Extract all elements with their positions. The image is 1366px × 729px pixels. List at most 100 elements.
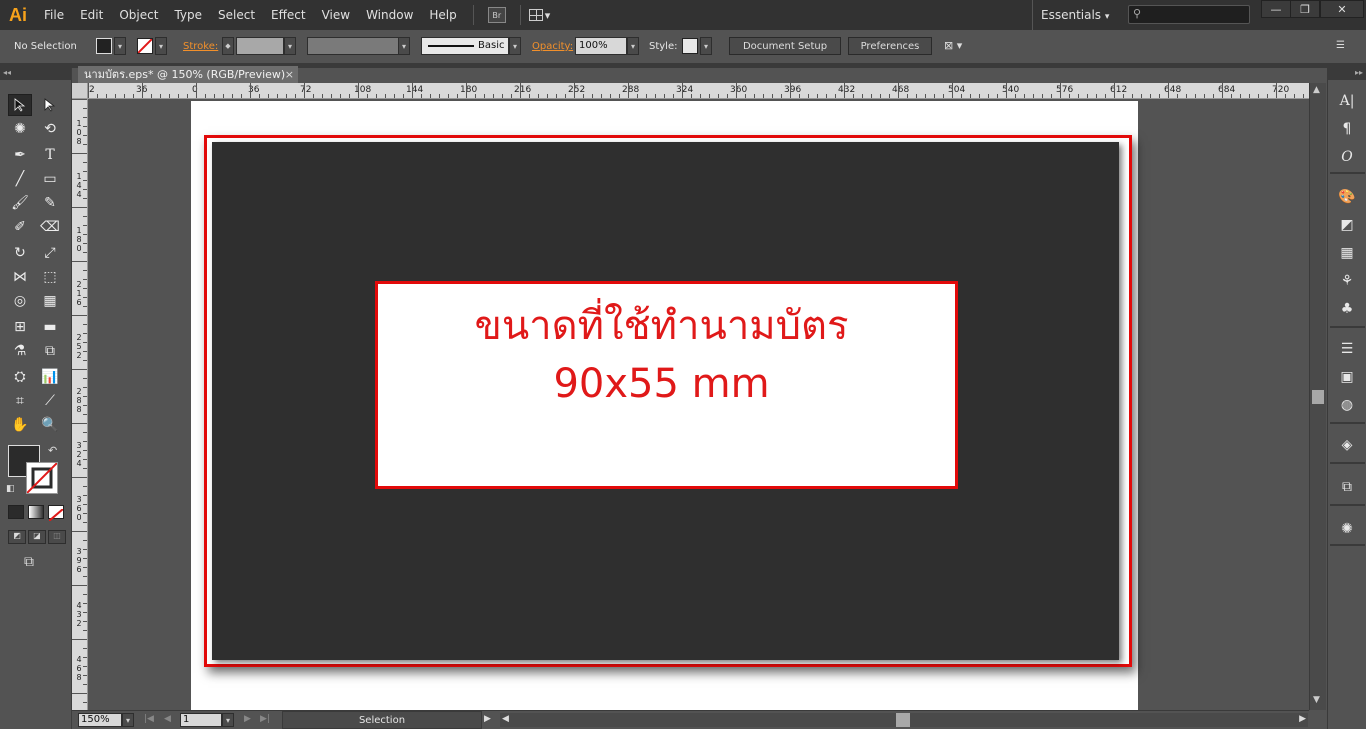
style-dropdown[interactable]: ▾ [700, 37, 712, 55]
stroke-weight-field[interactable] [236, 37, 284, 55]
screen-mode-icon[interactable]: ⧉ [24, 554, 34, 570]
vertical-scrollbar[interactable]: ▲ ▼ [1309, 83, 1326, 710]
scroll-right-icon[interactable]: ▶ [1299, 714, 1306, 724]
rectangle-tool-icon[interactable]: ▭ [38, 168, 62, 190]
profile-dropdown[interactable]: ▾ [398, 37, 410, 55]
stroke-label[interactable]: Stroke: [183, 41, 218, 52]
arrange-documents-icon[interactable]: ▾ [528, 9, 550, 22]
scroll-up-icon[interactable]: ▲ [1313, 85, 1320, 95]
draw-inside-icon[interactable]: ◫ [48, 530, 66, 544]
draw-behind-icon[interactable]: ◪ [28, 530, 46, 544]
gradient-mode-button[interactable] [28, 505, 44, 519]
column-graph-tool-icon[interactable]: 📊 [38, 366, 62, 388]
dock-expand-icon[interactable]: ▸▸ [1328, 68, 1366, 80]
scroll-left-icon[interactable]: ◀ [502, 714, 509, 724]
brushes-icon[interactable]: ⚘ [1336, 270, 1358, 292]
stroke-weight-stepper[interactable]: ◆ [222, 37, 234, 55]
width-tool-icon[interactable]: ⋈ [8, 266, 32, 288]
rotate-tool-icon[interactable]: ↻ [8, 242, 32, 264]
type-tool-icon[interactable]: T [38, 144, 62, 166]
stroke-color-swatch[interactable] [26, 462, 58, 494]
symbols-icon[interactable]: ♣ [1336, 298, 1358, 320]
brush-definition[interactable]: Basic [421, 37, 509, 55]
ruler-origin[interactable] [72, 83, 88, 99]
eraser-tool-icon[interactable]: ⌫ [38, 216, 62, 238]
stroke-weight-dropdown[interactable]: ▾ [284, 37, 296, 55]
variable-width-profile[interactable] [307, 37, 399, 55]
swatches-icon[interactable]: ▦ [1336, 242, 1358, 264]
paragraph-icon[interactable]: ¶ [1336, 118, 1358, 140]
menu-effect[interactable]: Effect [263, 0, 314, 30]
swap-fill-stroke-icon[interactable]: ↶ [48, 444, 57, 457]
eyedropper-tool-icon[interactable]: ⚗ [8, 340, 32, 362]
bridge-button[interactable]: Br [487, 7, 506, 23]
none-mode-button[interactable] [48, 505, 64, 522]
opentype-icon[interactable]: O [1336, 146, 1358, 168]
zoom-dropdown[interactable]: ▾ [122, 713, 134, 727]
arrange-icon[interactable]: ⊠ ▾ [944, 39, 962, 52]
pencil-tool-icon[interactable]: ✎ [38, 192, 62, 214]
scale-tool-icon[interactable]: ⤢ [38, 242, 62, 264]
document-tab[interactable]: นามบัตร.eps* @ 150% (RGB/Preview) × [78, 66, 298, 83]
mesh-tool-icon[interactable]: ⊞ [8, 316, 32, 338]
restore-button[interactable]: ❐ [1290, 0, 1320, 18]
opacity-dropdown[interactable]: ▾ [627, 37, 639, 55]
gradient-tool-icon[interactable]: ▬ [38, 316, 62, 338]
close-document-icon[interactable]: × [285, 66, 294, 83]
artboard-number-field[interactable]: 1 [180, 713, 222, 727]
vertical-ruler[interactable]: 1 0 8 1 4 4 1 8 0 2 1 6 2 5 2 2 8 8 3 2 4 3 6 0… [72, 99, 88, 710]
lasso-tool-icon[interactable]: ⟲ [38, 118, 62, 140]
workspace-switcher[interactable]: Essentials ▾ [1032, 0, 1122, 30]
color-mode-button[interactable] [8, 505, 24, 519]
status-menu-icon[interactable]: ▶ [484, 714, 491, 724]
opacity-label[interactable]: Opacity: [532, 41, 573, 52]
artboard-tool-icon[interactable]: ⌗ [8, 390, 32, 412]
panel-menu-icon[interactable]: ☰ [1336, 40, 1345, 51]
menu-help[interactable]: Help [421, 0, 464, 30]
layers-icon[interactable]: ◈ [1336, 434, 1358, 456]
menu-file[interactable]: File [36, 0, 72, 30]
brush-dropdown[interactable]: ▾ [509, 37, 521, 55]
artboards-icon[interactable]: ⧉ [1336, 476, 1358, 498]
blob-brush-tool-icon[interactable]: ✐ [8, 216, 32, 238]
previous-artboard-icon[interactable]: ◀ [164, 714, 171, 724]
horizontal-scrollbar[interactable]: ◀ ▶ [500, 713, 1308, 727]
free-transform-tool-icon[interactable]: ⬚ [38, 266, 62, 288]
zoom-level-field[interactable]: 150% [78, 713, 122, 727]
fill-dropdown[interactable]: ▾ [114, 37, 126, 55]
search-input[interactable]: ⚲ [1128, 5, 1250, 24]
canvas[interactable]: ขนาดที่ใช้ทำนามบัตร 90x55 mm [88, 99, 1309, 710]
close-window-button[interactable]: ✕ [1320, 0, 1364, 18]
scroll-thumb[interactable] [896, 713, 910, 727]
zoom-tool-icon[interactable]: 🔍 [38, 414, 62, 436]
scroll-thumb[interactable] [1312, 390, 1324, 404]
perspective-grid-tool-icon[interactable]: ▦ [38, 290, 62, 312]
menu-view[interactable]: View [314, 0, 358, 30]
color-guide-icon[interactable]: 🎨 [1336, 186, 1358, 208]
transparency-icon[interactable]: ◍ [1336, 394, 1358, 416]
opacity-field[interactable]: 100% [575, 37, 627, 55]
blend-tool-icon[interactable]: ⧉ [38, 340, 62, 362]
graphic-style-swatch[interactable] [682, 38, 698, 54]
menu-edit[interactable]: Edit [72, 0, 111, 30]
slice-tool-icon[interactable]: ⟋ [38, 390, 62, 412]
next-artboard-icon[interactable]: ▶ [244, 714, 251, 724]
magic-wand-tool-icon[interactable]: ✺ [8, 118, 32, 140]
stroke-icon[interactable]: ☰ [1336, 338, 1358, 360]
first-artboard-icon[interactable]: |◀ [144, 714, 154, 724]
hand-tool-icon[interactable]: ✋ [8, 414, 32, 436]
status-readout[interactable]: Selection [282, 711, 482, 729]
shape-builder-tool-icon[interactable]: ◎ [8, 290, 32, 312]
scroll-down-icon[interactable]: ▼ [1313, 695, 1320, 705]
stroke-dropdown[interactable]: ▾ [155, 37, 167, 55]
appearance-icon[interactable]: ✺ [1336, 518, 1358, 540]
tools-collapse-icon[interactable]: ◂◂ [0, 68, 71, 80]
artboard-dropdown[interactable]: ▾ [222, 713, 234, 727]
horizontal-ruler[interactable]: 2360367210814418021625228832436039643246… [88, 83, 1309, 99]
headline-text[interactable]: ขนาดที่ใช้ทำนามบัตร [378, 302, 955, 350]
stroke-swatch[interactable] [137, 38, 153, 54]
menu-type[interactable]: Type [166, 0, 210, 30]
draw-normal-icon[interactable]: ◩ [8, 530, 26, 544]
menu-window[interactable]: Window [358, 0, 421, 30]
size-text[interactable]: 90x55 mm [378, 360, 955, 408]
